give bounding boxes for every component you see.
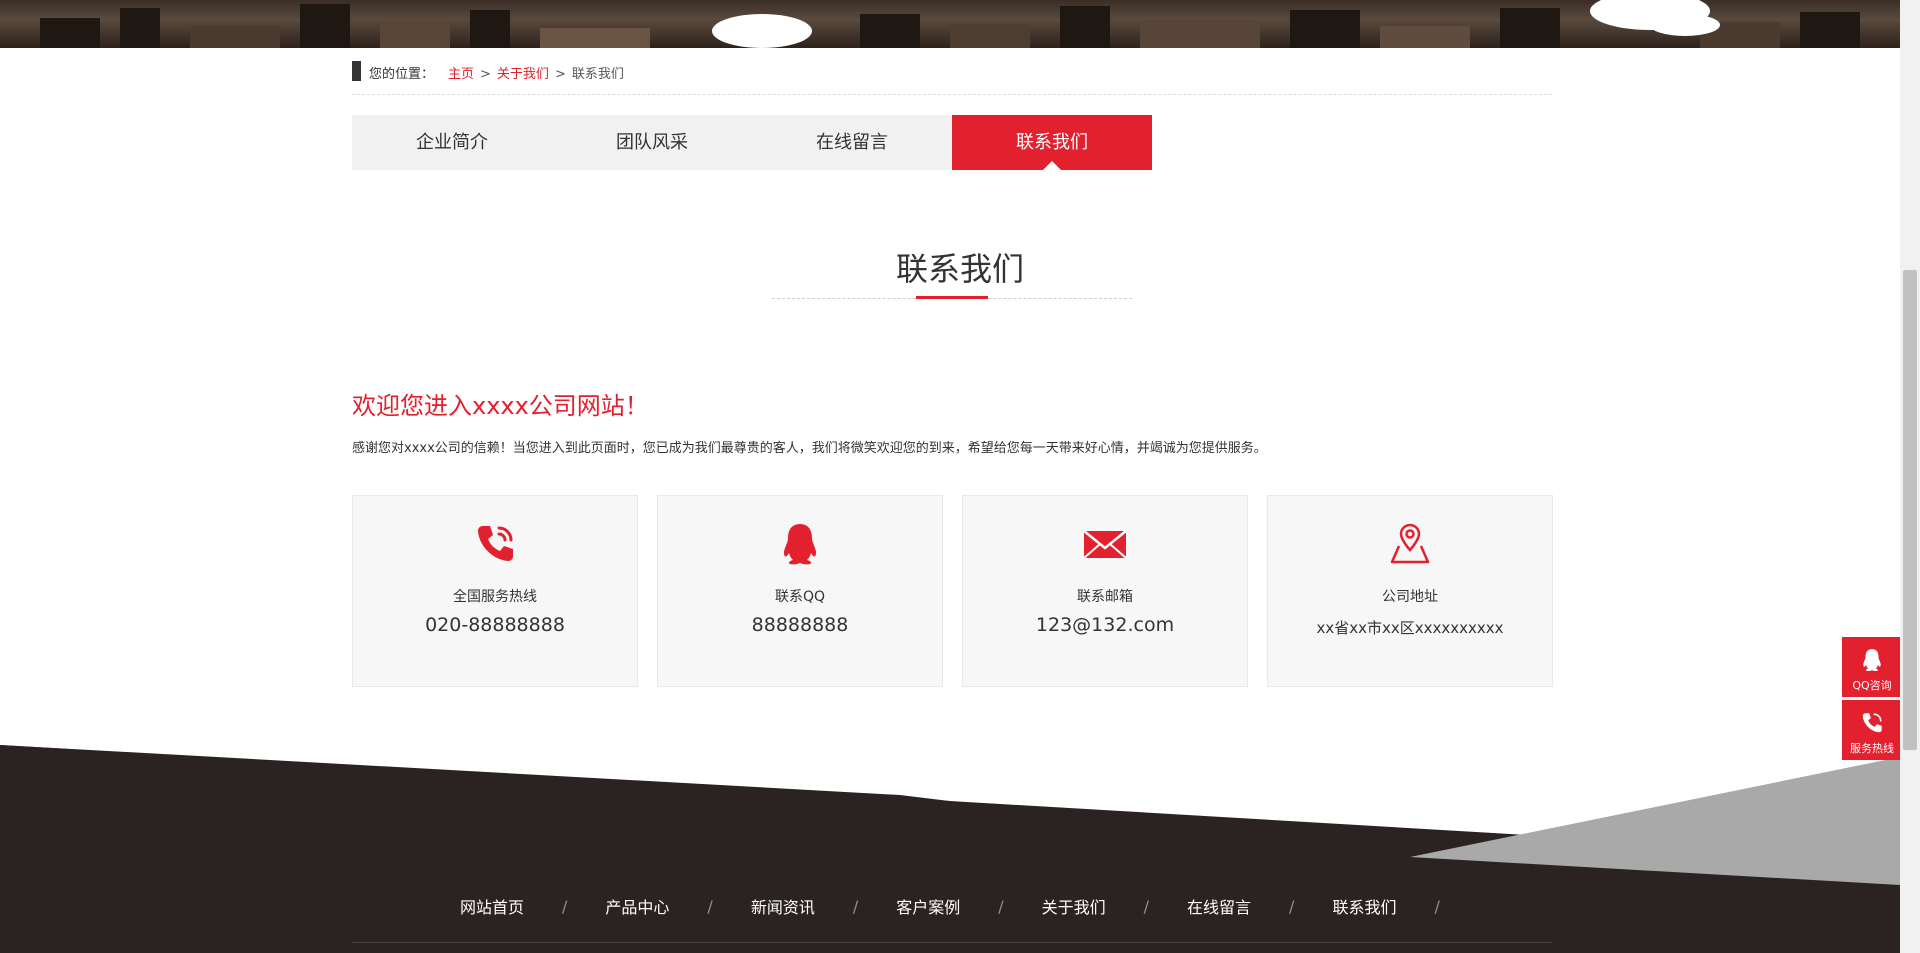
breadcrumb-link-home[interactable]: 主页: [448, 67, 474, 82]
footer-separator: /: [707, 896, 713, 916]
contact-value: 123@132.com: [1035, 614, 1175, 636]
qq-icon: [1863, 649, 1881, 672]
scrollbar[interactable]: [1900, 0, 1920, 953]
tab-contact[interactable]: 联系我们: [952, 115, 1152, 170]
footer-separator: /: [1289, 896, 1295, 916]
contact-card-address: 公司地址 xx省xx市xx区xxxxxxxxxx: [1267, 495, 1553, 687]
contact-card-qq: 联系QQ 88888888: [657, 495, 943, 687]
side-qq-consult-button[interactable]: QQ咨询: [1842, 637, 1902, 697]
tab-company-intro[interactable]: 企业简介: [352, 115, 552, 170]
footer-link-about[interactable]: 关于我们: [1042, 894, 1106, 918]
welcome-text: 感谢您对xxxx公司的信赖！当您进入到此页面时，您已成为我们最尊贵的客人，我们将…: [352, 441, 1267, 456]
contact-value: 020-88888888: [425, 614, 565, 636]
footer-separator: /: [562, 896, 568, 916]
footer-link-news[interactable]: 新闻资讯: [751, 894, 815, 918]
footer-separator: /: [1143, 896, 1150, 916]
footer-divider: [352, 942, 1552, 943]
contact-value: xx省xx市xx区xxxxxxxxxx: [1316, 619, 1504, 637]
breadcrumb-marker: [352, 61, 361, 81]
breadcrumb-link-about[interactable]: 关于我们: [497, 67, 549, 82]
footer-link-contact[interactable]: 联系我们: [1332, 894, 1396, 918]
about-tabs: 企业简介 团队风采 在线留言 联系我们: [352, 115, 1152, 170]
scrollbar-thumb[interactable]: [1903, 270, 1917, 750]
footer-link-message[interactable]: 在线留言: [1187, 894, 1251, 918]
contact-value: 88888888: [751, 614, 849, 636]
header-banner-image: [0, 0, 1900, 48]
qq-icon: [783, 524, 817, 565]
section-title: 联系我们: [895, 250, 1024, 288]
contact-title: 全国服务热线: [453, 589, 537, 605]
tab-team[interactable]: 团队风采: [552, 115, 752, 170]
breadcrumb-separator: >: [480, 67, 491, 82]
footer-link-cases[interactable]: 客户案例: [896, 894, 960, 918]
contact-card-email: 联系邮箱 123@132.com: [962, 495, 1248, 687]
side-hotline-button[interactable]: 服务热线: [1842, 700, 1902, 760]
footer-nav: 网站首页 / 产品中心 / 新闻资讯 / 客户案例 / 关于我们 / 在线留言 / 联系我们…: [460, 894, 1478, 918]
footer-separator: /: [998, 896, 1004, 916]
contact-title: 公司地址: [1382, 589, 1438, 605]
contact-title: 联系邮箱: [1077, 589, 1133, 605]
tab-message[interactable]: 在线留言: [752, 115, 952, 170]
side-button-label: QQ咨询: [1852, 679, 1892, 692]
map-pin-icon: [1390, 523, 1430, 564]
phone-icon: [478, 526, 513, 561]
footer: [0, 745, 1900, 953]
footer-link-products[interactable]: 产品中心: [605, 894, 669, 918]
contact-card-hotline: 全国服务热线 020-88888888: [352, 495, 638, 687]
breadcrumb: 您的位置： 主页 > 关于我们 > 联系我们: [352, 58, 1552, 95]
breadcrumb-current: 联系我们: [571, 67, 624, 82]
contact-title: 联系QQ: [774, 589, 826, 605]
welcome-heading: 欢迎您进入xxxx公司网站！: [352, 392, 649, 420]
phone-icon: [1862, 713, 1882, 733]
footer-separator: /: [852, 896, 859, 916]
footer-link-home[interactable]: 网站首页: [460, 894, 524, 918]
breadcrumb-label: 您的位置：: [369, 67, 435, 82]
breadcrumb-separator: >: [554, 67, 566, 82]
mail-icon: [1083, 530, 1127, 559]
contact-cards: 全国服务热线 020-88888888 联系QQ 88888888 联系邮箱 1…: [352, 495, 1553, 687]
section-title-divider: [772, 296, 1132, 299]
side-button-label: 服务热线: [1850, 742, 1894, 755]
footer-separator: /: [1434, 896, 1440, 916]
